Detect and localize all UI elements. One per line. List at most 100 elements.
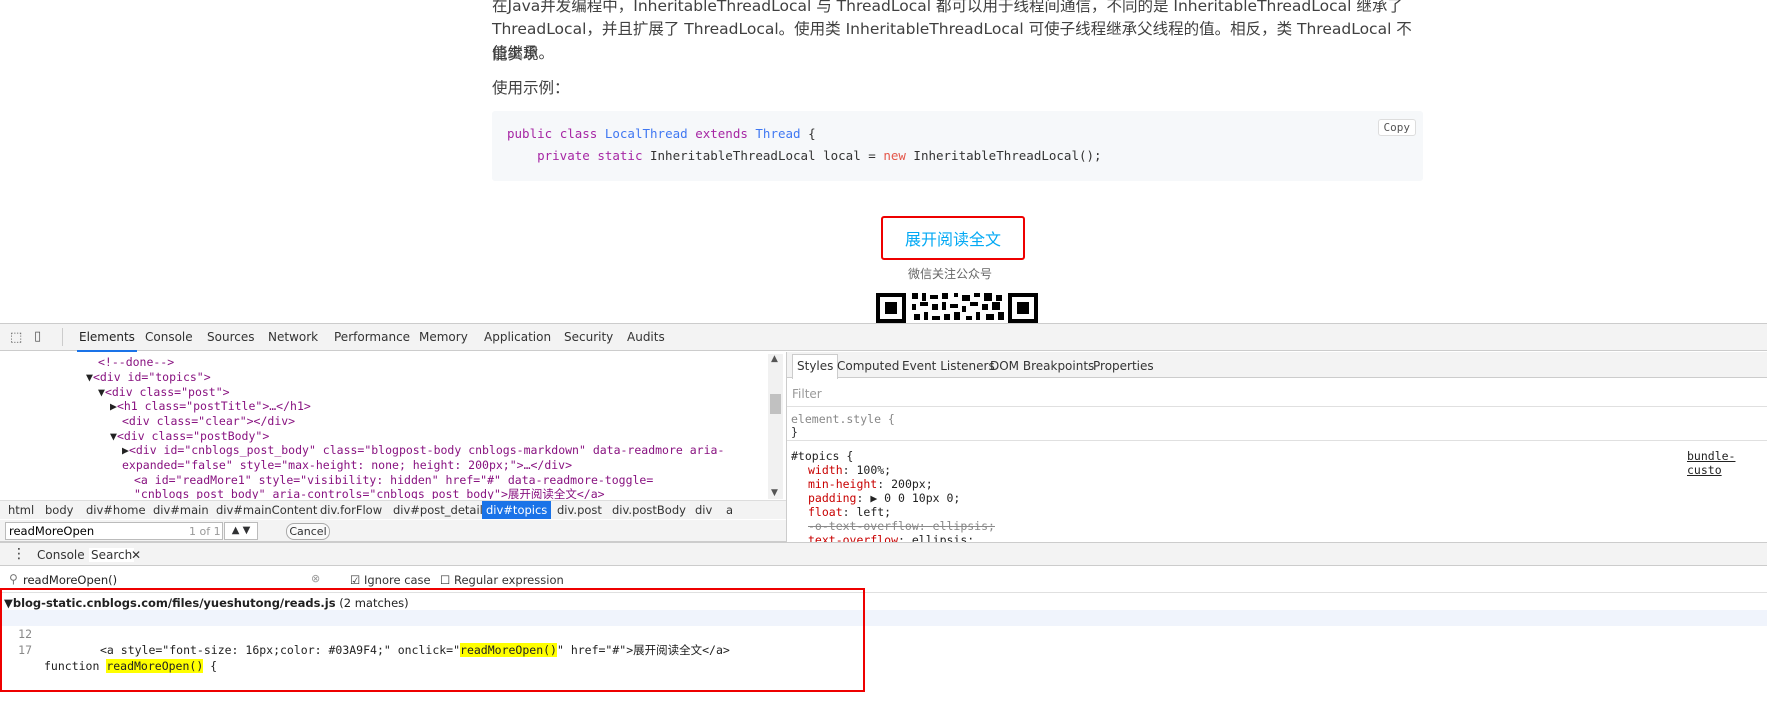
css-value: left;	[856, 505, 892, 519]
read-more-button[interactable]: 展开阅读全文	[881, 216, 1025, 260]
breadcrumb-item-selected[interactable]: div#topics	[482, 501, 552, 519]
tab-styles[interactable]: Styles	[792, 354, 839, 379]
styles-tabs: Styles Computed Event Listeners DOM Brea…	[787, 352, 1767, 379]
dom-node-text: <div class="postBody">	[116, 429, 270, 443]
dom-node[interactable]: <div class="clear"></div>	[122, 414, 295, 429]
element-style-rule[interactable]: element.style {	[791, 412, 895, 426]
clear-search-icon[interactable]: ⊗	[311, 572, 320, 585]
scrollbar-thumb[interactable]	[770, 394, 781, 414]
breadcrumb-item[interactable]: div#post_detail	[393, 503, 483, 517]
css-property: float	[808, 505, 843, 519]
css-property: width	[808, 463, 843, 477]
tab-sources[interactable]: Sources	[207, 330, 254, 344]
css-property: text-overflow	[808, 533, 899, 542]
devtools-toolbar: ⬚ ▯ Elements Console Sources Network Per…	[0, 324, 1767, 352]
article-paragraph-line: 在Java并发编程中，InheritableThreadLocal 与 Thre…	[492, 0, 1403, 15]
usage-label: 使用示例：	[492, 79, 570, 97]
dom-node[interactable]: <a id="readMore1" style="visibility: hid…	[134, 473, 653, 488]
breadcrumb-item[interactable]: div.forFlow	[320, 503, 382, 517]
styles-filter-input[interactable]: Filter	[792, 387, 822, 401]
css-declaration[interactable]: float: left;	[808, 505, 891, 519]
ignore-case-label: Ignore case	[363, 573, 431, 587]
toolbar-divider	[62, 328, 63, 346]
breadcrumb-item[interactable]: div.postBody	[612, 503, 686, 517]
dom-node-continuation: expanded="false" style="max-height: none…	[122, 458, 573, 472]
drawer-tabs: ⋮ Console Search ✕	[0, 542, 1767, 566]
css-property: -o-text-overflow	[808, 519, 919, 533]
tab-properties[interactable]: Properties	[1093, 359, 1154, 373]
drawer-tab-search[interactable]: Search	[89, 548, 135, 562]
tab-console[interactable]: Console	[145, 330, 193, 344]
tab-audits[interactable]: Audits	[627, 330, 665, 344]
search-icon: ⚲	[9, 572, 18, 586]
css-declaration[interactable]: width: 100%;	[808, 463, 891, 477]
code-block: public class LocalThread extends Thread …	[492, 111, 1423, 181]
dom-node[interactable]: ▼<div id="topics">	[86, 370, 211, 385]
css-declaration[interactable]: min-height: 200px;	[808, 477, 933, 491]
copy-button[interactable]: Copy	[1377, 119, 1416, 136]
breadcrumb-item[interactable]: div#home	[86, 503, 146, 517]
drawer-tab-console[interactable]: Console	[37, 548, 85, 562]
tab-event-listeners[interactable]: Event Listeners	[902, 359, 995, 373]
device-toolbar-icon[interactable]: ▯	[34, 329, 41, 344]
qr-code	[876, 293, 1038, 323]
divider	[787, 406, 1767, 407]
dom-node-text: <div class="post">	[104, 385, 230, 399]
css-value: 200px;	[891, 477, 933, 491]
tab-dom-breakpoints[interactable]: DOM Breakpoints	[990, 359, 1094, 373]
wechat-label: 微信关注公众号	[907, 267, 992, 281]
dom-node[interactable]: ▶<div id="cnblogs_post_body" class="blog…	[122, 443, 724, 458]
drawer-menu-icon[interactable]: ⋮	[12, 546, 26, 562]
breadcrumb-item[interactable]: div.post	[557, 503, 602, 517]
dom-node-text: <div id="cnblogs_post_body" class="blogp…	[128, 443, 725, 457]
tab-application[interactable]: Application	[484, 330, 551, 344]
regex-checkbox[interactable]: ☐ Regular expression	[440, 573, 564, 587]
styles-pane: Styles Computed Event Listeners DOM Brea…	[787, 352, 1767, 542]
tab-elements[interactable]: Elements	[77, 330, 137, 352]
css-property: padding	[808, 491, 857, 505]
tab-security[interactable]: Security	[564, 330, 613, 344]
tab-performance[interactable]: Performance	[334, 330, 410, 344]
dom-node-text: <h1 class="postTitle">…</h1>	[116, 399, 311, 413]
article-area: 在Java并发编程中，InheritableThreadLocal 与 Thre…	[0, 0, 1767, 323]
css-declaration[interactable]: padding: ▶ 0 0 10px 0;	[808, 491, 960, 505]
breadcrumb-item[interactable]: div#mainContent	[216, 503, 317, 517]
css-declaration-overridden[interactable]: -o-text-overflow: ellipsis;	[808, 519, 995, 533]
breadcrumb-item[interactable]: div	[695, 503, 712, 517]
stylesheet-source-link[interactable]: bundle-custo	[1687, 449, 1767, 477]
tab-memory[interactable]: Memory	[419, 330, 468, 344]
dom-node-continuation: "cnblogs_post_body" aria-controls="cnblo…	[134, 487, 605, 499]
dom-node[interactable]: <!--done-->	[98, 355, 174, 370]
code-line: public class LocalThread extends Thread …	[507, 126, 816, 141]
dom-node-text: <div id="topics">	[92, 370, 211, 384]
css-value: 100%;	[856, 463, 892, 477]
breadcrumb-item[interactable]: a	[726, 503, 733, 517]
tab-network[interactable]: Network	[268, 330, 318, 344]
tab-computed[interactable]: Computed	[837, 359, 899, 373]
code-line: private static InheritableThreadLocal lo…	[537, 148, 1102, 163]
rule-close-brace: }	[791, 425, 798, 439]
regex-label: Regular expression	[453, 573, 564, 587]
find-prev-next-buttons[interactable]: ▲ ▼	[224, 522, 258, 540]
dom-node[interactable]: ▼<div class="postBody">	[110, 429, 269, 444]
elements-tree: <!--done--> ▼<div id="topics"> ▼<div cla…	[0, 352, 786, 499]
inspect-element-icon[interactable]: ⬚	[10, 330, 22, 345]
ignore-case-checkbox[interactable]: ☑ Ignore case	[350, 573, 431, 587]
breadcrumb-item[interactable]: body	[45, 503, 73, 517]
breadcrumb-item[interactable]: div#main	[153, 503, 209, 517]
find-match-count: 1 of 1	[189, 525, 221, 538]
scroll-down-icon[interactable]: ▼	[771, 488, 778, 498]
dom-node[interactable]: ▶<h1 class="postTitle">…</h1>	[110, 399, 311, 414]
elements-scrollbar[interactable]: ▲ ▼	[768, 354, 783, 499]
css-property: min-height	[808, 477, 878, 491]
scroll-up-icon[interactable]: ▲	[771, 354, 778, 364]
dom-node[interactable]: ▼<div class="post">	[98, 385, 230, 400]
topics-selector[interactable]: #topics {	[791, 449, 853, 463]
find-cancel-button[interactable]: Cancel	[286, 523, 330, 540]
article-paragraph-line: 值继承。	[492, 44, 555, 62]
css-value: ellipsis;	[911, 533, 975, 542]
search-input[interactable]: readMoreOpen()	[23, 573, 117, 587]
close-icon[interactable]: ✕	[131, 548, 141, 562]
css-declaration[interactable]: text-overflow: ellipsis;	[808, 533, 974, 542]
breadcrumb-item[interactable]: html	[8, 503, 34, 517]
